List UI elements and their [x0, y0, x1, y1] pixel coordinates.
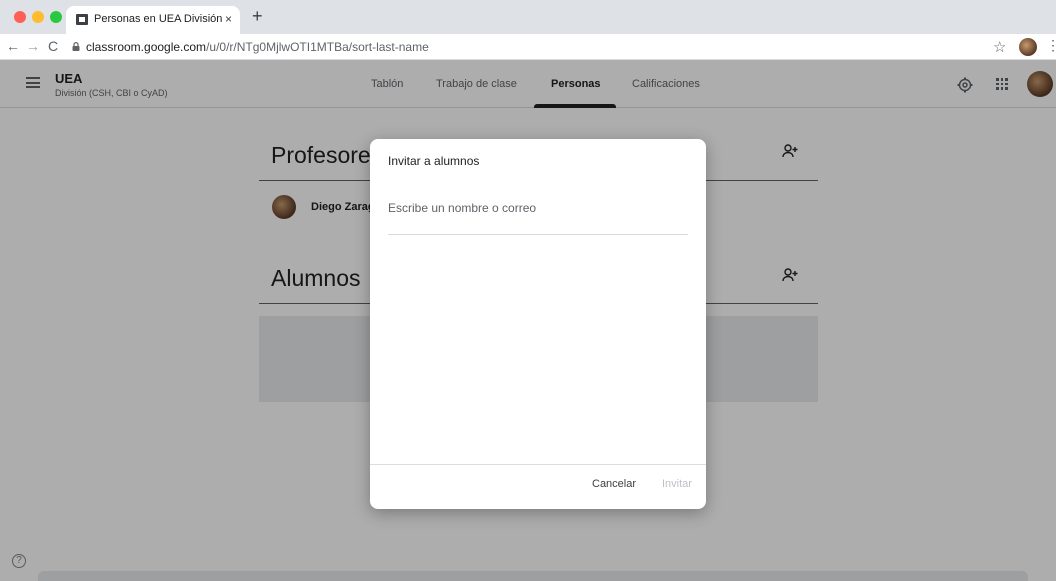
reload-button[interactable]: C [48, 38, 58, 54]
window-close-button[interactable] [14, 11, 26, 23]
url-path: /u/0/r/NTg0MjlwOTI1MTBa/sort-last-name [206, 40, 429, 54]
back-button[interactable]: ← [6, 38, 20, 54]
browser-tab-bar: Personas en UEA División (CSH × + [0, 0, 1056, 34]
browser-tab[interactable]: Personas en UEA División (CSH × [66, 6, 240, 34]
dialog-title: Invitar a alumnos [388, 154, 480, 168]
address-bar[interactable]: classroom.google.com/u/0/r/NTg0MjlwOTI1M… [86, 40, 429, 54]
new-tab-button[interactable]: + [252, 6, 263, 27]
browser-menu-icon[interactable]: ⋮ [1046, 37, 1056, 54]
tab-close-icon[interactable]: × [225, 12, 232, 26]
classroom-favicon-icon [76, 14, 88, 25]
browser-profile-avatar[interactable] [1019, 38, 1037, 56]
bookmark-star-icon[interactable]: ☆ [993, 38, 1006, 56]
dialog-divider [370, 464, 706, 465]
cancel-button[interactable]: Cancelar [592, 478, 636, 490]
invite-button[interactable]: Invitar [662, 478, 692, 490]
forward-button[interactable]: → [26, 38, 40, 54]
browser-toolbar: ← → C classroom.google.com/u/0/r/NTg0Mjl… [0, 34, 1056, 60]
tab-title: Personas en UEA División (CSH [94, 13, 222, 25]
window-minimize-button[interactable] [32, 11, 44, 23]
invite-search-input[interactable] [388, 195, 688, 235]
lock-icon [72, 42, 80, 51]
invite-students-dialog: Invitar a alumnos Cancelar Invitar [370, 139, 706, 509]
window-maximize-button[interactable] [50, 11, 62, 23]
url-host: classroom.google.com [86, 40, 207, 54]
